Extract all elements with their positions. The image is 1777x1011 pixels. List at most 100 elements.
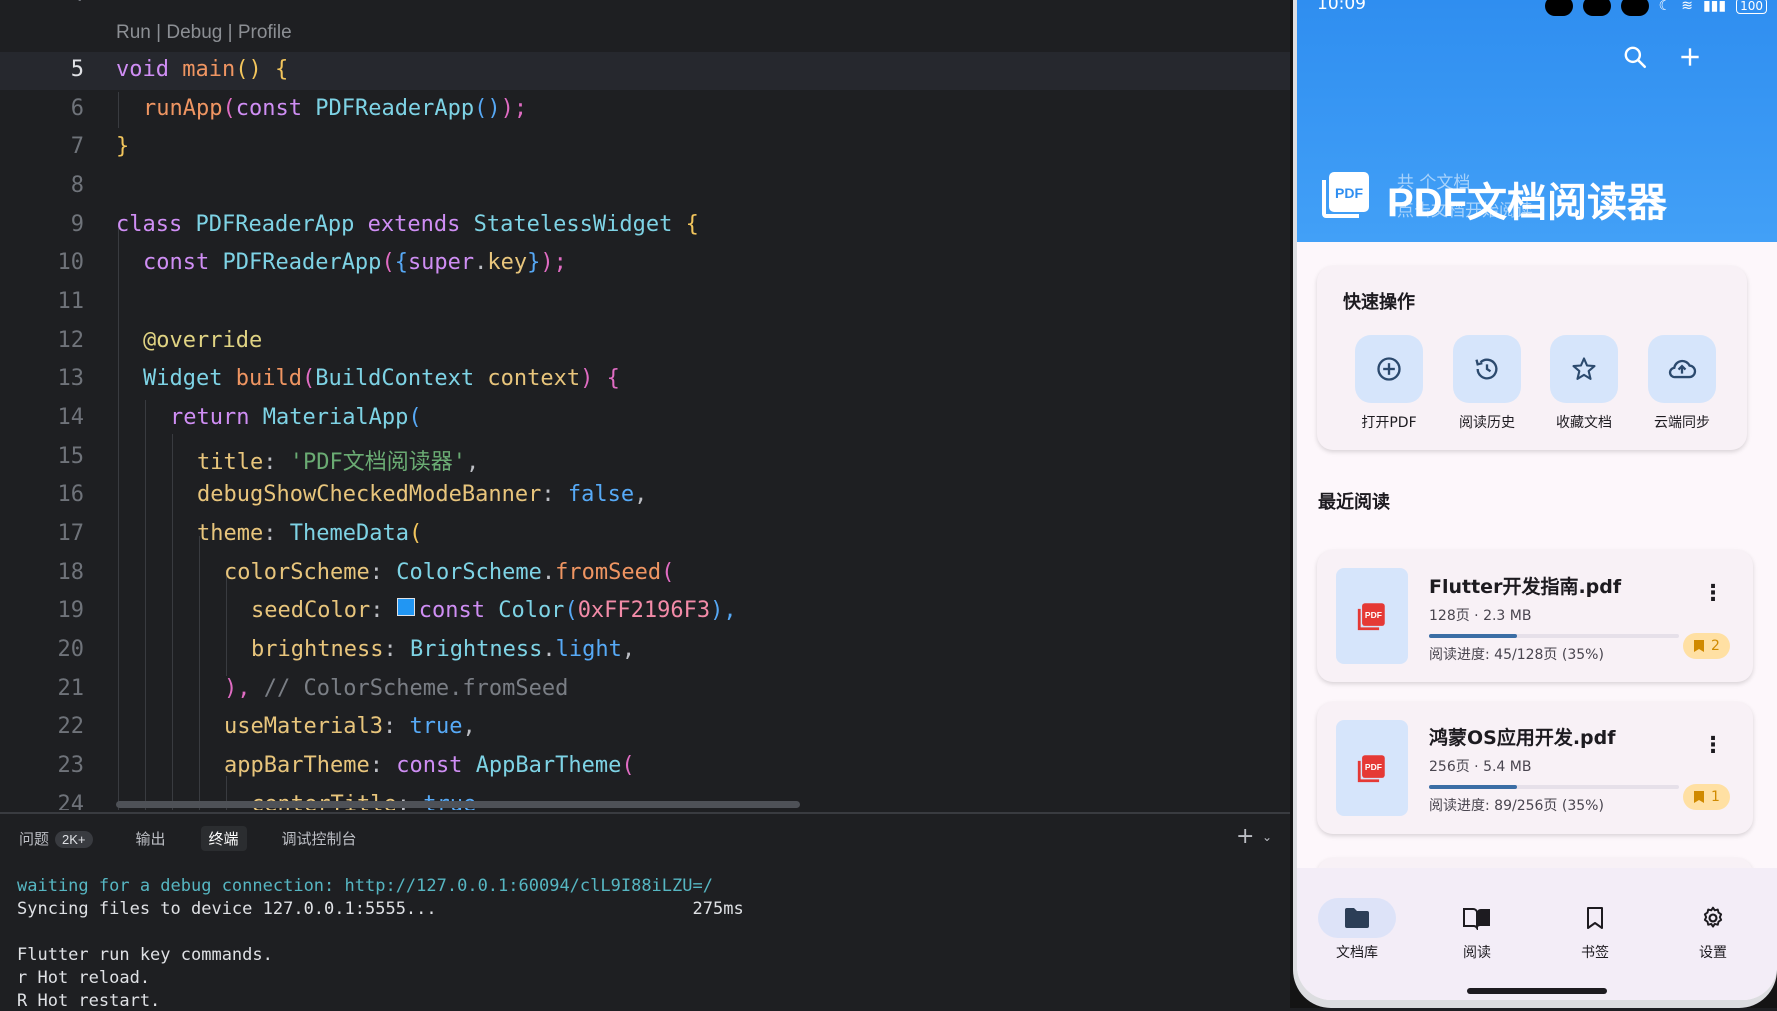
color-swatch[interactable] [396,598,415,616]
camera-cutout-icon [1620,0,1649,16]
code-line-23[interactable]: appBarTheme: const AppBarTheme( [224,753,635,778]
line-number: 22 [57,714,85,739]
nav-label: 文档库 [1336,945,1378,961]
code-line-18[interactable]: colorScheme: ColorScheme.fromSeed( [224,560,674,585]
cloud-sync-button[interactable] [1648,335,1716,403]
code-line-16[interactable]: debugShowCheckedModeBanner: false, [197,482,647,507]
indent-guide [118,92,119,128]
svg-text:PDF: PDF [1365,762,1382,772]
svg-text:PDF: PDF [1335,185,1363,201]
open-pdf-button[interactable] [1355,335,1423,403]
bookmark-count-badge[interactable]: 2 [1683,633,1730,659]
nav-item-settings[interactable]: 设置 [1673,898,1753,962]
tab-terminal[interactable]: 终端 [200,825,247,851]
code-line-12[interactable]: @override [143,328,262,353]
code-line-5[interactable]: void main() { [116,57,288,82]
bookmark-count-badge[interactable]: 1 [1683,784,1730,810]
reading-progress-text: 阅读进度: 89/256页 (35%) [1429,798,1604,814]
terminal-line: r Hot reload. [17,968,151,988]
wifi-icon: ≋ [1681,0,1693,14]
horizontal-scrollbar[interactable] [116,801,800,808]
tab-problems[interactable]: 问题 2K+ [11,826,101,851]
home-indicator[interactable] [1467,988,1607,994]
line-number: 20 [57,637,85,662]
more-vert-icon[interactable]: ⋮ [1702,583,1724,605]
camera-cutout-icon [1544,0,1573,16]
phone-screen: 10:09 ☾ ≋ ▮▮▮ 100 共 个文档 点击文档开始阅读 PDF PDF… [1297,0,1777,1000]
reading-progress-text: 阅读进度: 45/128页 (35%) [1429,647,1604,663]
line-number: 15 [57,444,85,469]
bookmark-icon [1694,640,1704,652]
line-number: 16 [57,482,85,507]
line-number: 5 [70,57,84,82]
indent-guide [145,400,146,810]
favorites-label: 收藏文档 [1556,415,1612,431]
svg-text:PDF: PDF [1365,610,1382,620]
nav-item-bookmarks[interactable]: 书签 [1555,898,1635,962]
code-line-10[interactable]: const PDFReaderApp({super.key}); [143,250,567,275]
tab-output[interactable]: 输出 [128,826,174,851]
quick-actions-title: 快速操作 [1343,292,1415,313]
code-line-19[interactable]: seedColor: const Color(0xFF2196F3), [251,598,737,623]
code-line-22[interactable]: useMaterial3: true, [224,714,476,739]
nav-label: 书签 [1581,945,1609,961]
document-meta: 256页 · 5.4 MB [1429,759,1532,775]
reading-history-label: 阅读历史 [1459,415,1515,431]
app-title: PDF文档阅读器 [1387,181,1667,225]
indent-guide [118,226,119,810]
bottom-panel: 问题 2K+ 输出 终端 调试控制台 + ⌄ waiting for a debu… [0,812,1290,1011]
code-line-13[interactable]: Widget build(BuildContext context) { [143,366,620,391]
document-name: 鸿蒙OS应用开发.pdf [1429,727,1616,749]
code-editor[interactable]: 4 Run | Debug | Profile 5 6 7 8 9 10 11 … [0,0,1290,810]
code-line-7[interactable]: } [116,134,129,159]
code-line-14[interactable]: return MaterialApp( [170,405,422,430]
tab-debug-console[interactable]: 调试控制台 [274,826,365,851]
book-open-icon [1463,908,1490,930]
pdf-file-icon: PDF [1357,755,1385,783]
bookmark-icon [1587,907,1603,929]
nav-label: 设置 [1699,945,1727,961]
bottom-navigation: 文档库 阅读 书签 设置 [1297,868,1777,1000]
document-name: Flutter开发指南.pdf [1429,576,1622,598]
line-number: 9 [70,212,84,237]
reading-progress-fill [1429,634,1517,638]
nav-item-reading[interactable]: 阅读 [1437,898,1517,962]
panel-tabs: 问题 2K+ 输出 终端 调试控制台 [0,824,381,852]
more-vert-icon[interactable]: ⋮ [1702,735,1724,757]
code-line-15[interactable]: title: 'PDF文档阅读器', [197,444,479,476]
line-number: 7 [70,134,84,159]
terminal-line: Flutter run key commands. [17,945,273,965]
problems-count-badge: 2K+ [55,830,93,848]
bookmark-count: 1 [1711,789,1720,805]
reading-progress-fill [1429,785,1517,789]
code-line-17[interactable]: theme: ThemeData( [197,521,422,546]
code-line-20[interactable]: brightness: Brightness.light, [251,637,635,662]
codelens-run-debug-profile[interactable]: Run | Debug | Profile [116,22,292,44]
plus-icon[interactable] [1677,44,1703,70]
line-number: 4 [0,0,84,7]
code-line-9[interactable]: class PDFReaderApp extends StatelessWidg… [116,212,699,237]
status-time: 10:09 [1317,0,1366,14]
chevron-down-icon[interactable]: ⌄ [1262,830,1272,844]
moon-icon: ☾ [1658,0,1672,14]
pdf-file-icon: PDF [1357,603,1385,631]
nav-item-library[interactable]: 文档库 [1317,898,1397,962]
code-line-21[interactable]: ), // ColorScheme.fromSeed [224,676,568,701]
terminal-line: Syncing files to device 127.0.0.1:5555..… [17,899,744,919]
bookmark-count: 2 [1711,638,1720,654]
plus-icon[interactable]: + [1236,824,1254,849]
nav-label: 阅读 [1463,945,1491,961]
camera-cutout-icon [1582,0,1611,16]
star-icon [1572,357,1596,380]
favorites-button[interactable] [1550,335,1618,403]
indent-guide [172,434,173,810]
pdf-thumbnail: PDF [1336,568,1408,664]
code-line-6[interactable]: runApp(const PDFReaderApp()); [143,96,527,121]
plus-circle-icon [1377,357,1401,381]
line-number: 24 [57,792,85,810]
reading-history-button[interactable] [1453,335,1521,403]
line-number: 12 [57,328,85,353]
search-icon[interactable] [1622,44,1648,70]
line-number: 21 [57,676,85,701]
line-number: 23 [57,753,85,778]
